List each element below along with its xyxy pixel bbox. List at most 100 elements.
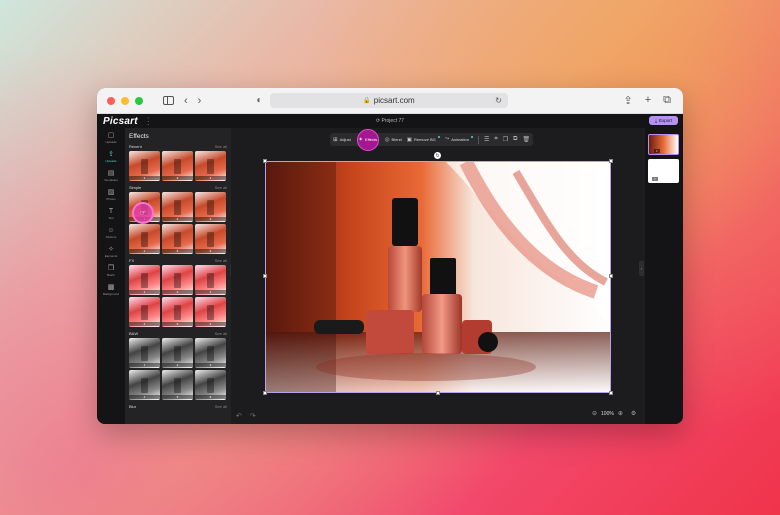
page-thumbnail-2[interactable]: 2: [648, 159, 679, 183]
thumbnail-preview: [141, 378, 148, 393]
canvas-image[interactable]: [265, 161, 611, 393]
effect-thumbnail[interactable]: 3: [195, 265, 226, 295]
thumbnail-preview: [174, 159, 181, 174]
crop-icon[interactable]: ⌗: [494, 136, 497, 143]
adjust-button[interactable]: ⊞ Adjust: [333, 137, 351, 143]
effect-thumbnail[interactable]: 1: [129, 151, 160, 181]
remove-bg-button[interactable]: ▣ Remove BG: [406, 135, 440, 143]
toolbar-divider: [477, 135, 479, 144]
effect-thumbnail[interactable]: 2: [162, 151, 193, 181]
effects-panel-title: Effects: [129, 133, 149, 140]
resize-handle[interactable]: [609, 391, 613, 395]
close-window-button[interactable]: [107, 96, 115, 105]
zoom-out-icon[interactable]: ⊖: [592, 410, 597, 417]
effect-thumbnail[interactable]: 3: [195, 338, 226, 368]
effect-thumbnail[interactable]: 6: [195, 370, 226, 400]
page-thumbnail-1[interactable]: 1: [648, 134, 679, 155]
effect-label: 5: [162, 249, 193, 253]
effect-thumbnail[interactable]: 2: [162, 192, 193, 222]
sidebar-toggle-icon[interactable]: [163, 96, 174, 105]
effect-label: 6: [195, 395, 226, 399]
see-all-link[interactable]: See all: [215, 258, 227, 263]
rail-item-templates[interactable]: ▤ Templates: [97, 166, 125, 185]
resize-handle[interactable]: [263, 274, 267, 278]
rail-item-text[interactable]: T Text: [97, 204, 125, 223]
remove-bg-icon: ▣: [406, 136, 412, 143]
effect-thumbnail[interactable]: 3: [195, 192, 226, 222]
resize-handle[interactable]: [609, 159, 613, 163]
settings-icon[interactable]: ⚙: [631, 410, 636, 417]
tabs-overview-icon[interactable]: ⧉: [663, 94, 671, 107]
effect-thumbnail[interactable]: 1: [129, 338, 160, 368]
zoom-control: ⊖ 100% ⊕ ⚙: [592, 410, 636, 418]
see-all-link[interactable]: See all: [215, 185, 227, 190]
effects-button[interactable]: ✦ Effects: [356, 128, 379, 151]
expand-pages-handle[interactable]: ›: [639, 261, 644, 276]
effect-thumbnail[interactable]: 6: [195, 297, 226, 327]
rail-item-label: Photos: [106, 196, 116, 201]
effect-thumbnail[interactable]: 2: [162, 265, 193, 295]
rail-item-elements[interactable]: ✧ Elements: [97, 242, 125, 261]
rail-item-label: Background: [102, 291, 119, 296]
effect-label: 2: [162, 363, 193, 367]
rail-item-background[interactable]: ▩ Background: [97, 280, 125, 299]
effect-thumbnail[interactable]: 4: [129, 224, 160, 254]
zoom-level[interactable]: 100%: [601, 411, 614, 417]
photos-icon: ▨: [107, 188, 115, 196]
thumbnail-preview: [207, 273, 214, 288]
effect-thumbnail[interactable]: 4: [129, 370, 160, 400]
minimize-window-button[interactable]: [121, 96, 129, 105]
see-all-link[interactable]: See all: [215, 144, 227, 149]
rail-item-stickers[interactable]: ☺ Stickers: [97, 223, 125, 242]
url-bar[interactable]: 🔒 picsart.com ↻: [270, 93, 508, 108]
elements-icon: ✧: [108, 245, 114, 253]
rail-item-uploads[interactable]: ▢ Uploads: [97, 128, 125, 147]
see-all-link[interactable]: See all: [215, 331, 227, 336]
effect-thumbnail[interactable]: 2: [162, 338, 193, 368]
text-icon: T: [108, 207, 114, 215]
effect-thumbnail[interactable]: 3: [195, 151, 226, 181]
app-header: Picsart ⋮ ⟳ Project 77 ⤓ Export: [97, 114, 683, 128]
see-all-link[interactable]: See all: [215, 404, 227, 409]
effects-icon: ✦: [358, 136, 363, 143]
effect-thumbnail[interactable]: 6: [195, 224, 226, 254]
rail-item-uploads[interactable]: ⇪ Uploads: [97, 147, 125, 166]
undo-icon[interactable]: ↶: [236, 412, 242, 420]
resize-handle[interactable]: [436, 391, 440, 395]
share-icon[interactable]: ⇪: [623, 94, 632, 107]
reload-icon[interactable]: ↻: [495, 96, 502, 105]
maximize-window-button[interactable]: [135, 96, 143, 105]
animation-button[interactable]: ⤳ Animation: [445, 135, 473, 143]
thumbnail-preview: [141, 273, 148, 288]
rotate-handle-icon[interactable]: ↻: [434, 152, 441, 159]
effect-label: 5: [162, 322, 193, 326]
shield-icon[interactable]: ◐: [256, 95, 262, 106]
duplicate-icon[interactable]: ⧉: [513, 136, 517, 143]
back-icon[interactable]: ‹: [184, 95, 188, 107]
redo-icon[interactable]: ↷: [250, 412, 256, 420]
project-title[interactable]: ⟳ Project 77: [97, 118, 683, 124]
layers-icon[interactable]: ❐: [503, 136, 508, 143]
zoom-in-icon[interactable]: ⊕: [618, 410, 623, 417]
background-icon: ▩: [107, 283, 115, 291]
blend-button[interactable]: ◎ Blend: [385, 137, 402, 143]
align-icon[interactable]: ☰: [484, 136, 489, 143]
batch-icon: ❒: [107, 264, 115, 272]
new-tab-icon[interactable]: +: [645, 94, 651, 107]
resize-handle[interactable]: [263, 391, 267, 395]
rail-item-photos[interactable]: ▨ Photos: [97, 185, 125, 204]
section-title: Blur: [129, 404, 137, 409]
export-button[interactable]: ⤓ Export: [648, 116, 678, 125]
effect-thumbnail[interactable]: 5: [162, 370, 193, 400]
effect-thumbnail[interactable]: 1: [129, 265, 160, 295]
upload-icon: ⇪: [108, 150, 114, 158]
resize-handle[interactable]: [609, 274, 613, 278]
resize-handle[interactable]: [263, 159, 267, 163]
thumbnail-preview: [141, 305, 148, 320]
effect-thumbnail[interactable]: 5: [162, 297, 193, 327]
forward-icon[interactable]: ›: [198, 95, 202, 107]
delete-icon[interactable]: 🗑: [522, 136, 530, 143]
effect-thumbnail[interactable]: 4: [129, 297, 160, 327]
rail-item-batch[interactable]: ❒ Batch: [97, 261, 125, 280]
effect-thumbnail[interactable]: 5: [162, 224, 193, 254]
